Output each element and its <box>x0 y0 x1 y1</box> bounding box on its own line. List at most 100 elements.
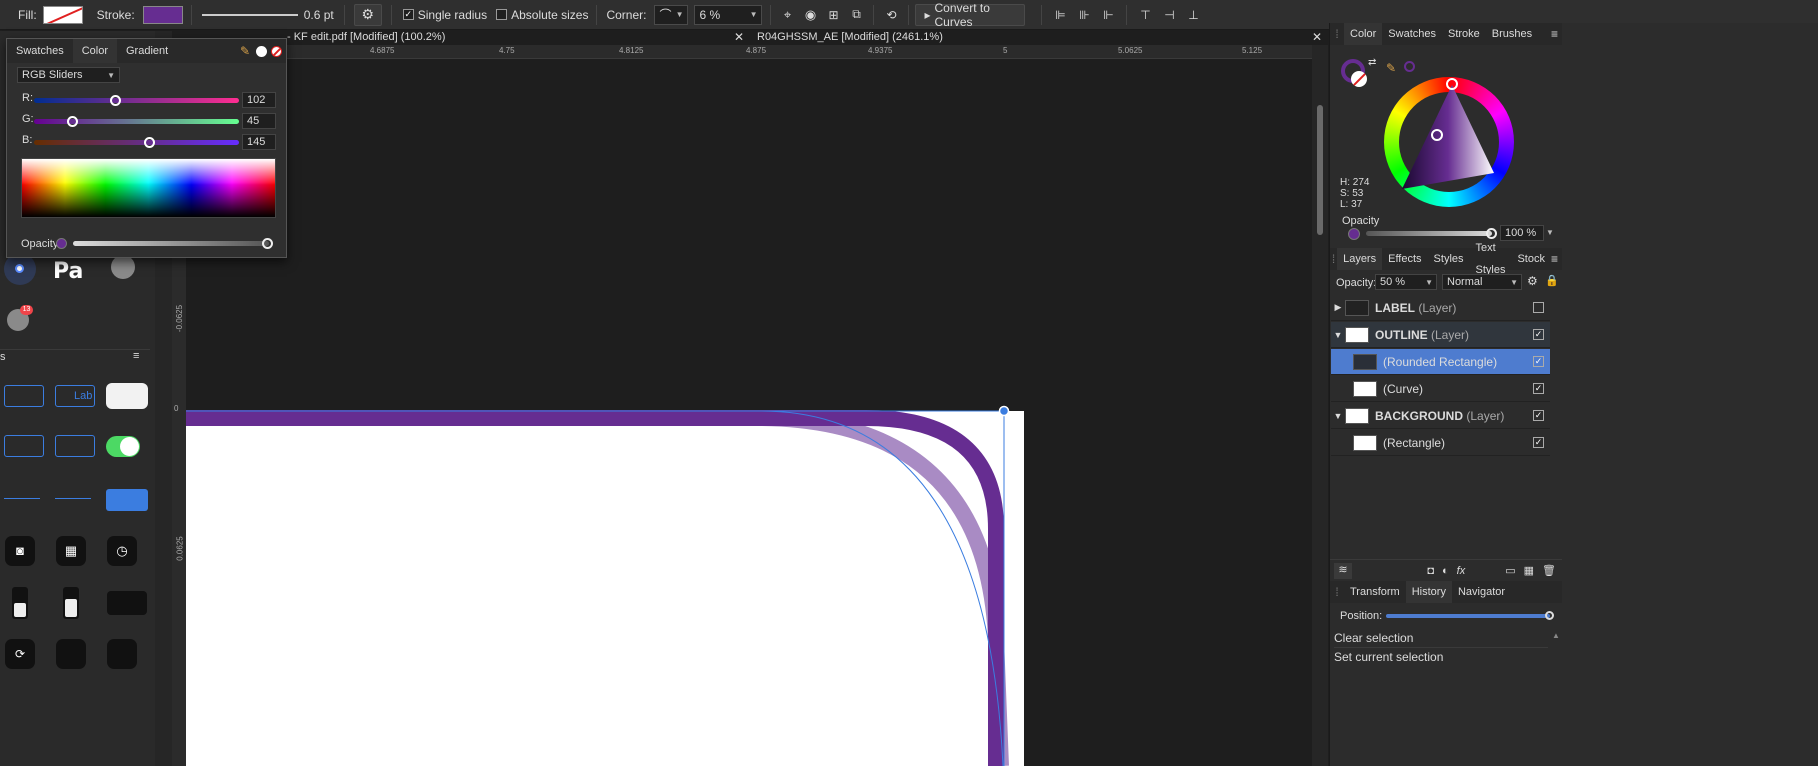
stroke-swatch[interactable] <box>142 5 183 24</box>
screen-mirror-asset[interactable] <box>107 591 147 615</box>
opacity-slider[interactable] <box>1366 231 1492 236</box>
close-tab-icon[interactable]: ✕ <box>1312 30 1322 44</box>
tab-navigator[interactable]: Navigator <box>1452 581 1511 603</box>
device-avatar-asset[interactable] <box>111 255 135 279</box>
corner-amount-field[interactable]: 6 % ▼ <box>694 4 763 25</box>
panel-menu-icon[interactable]: ≡ <box>1551 252 1558 266</box>
history-item[interactable]: Set current selection <box>1334 648 1548 666</box>
none-swatch-icon[interactable] <box>271 45 282 57</box>
single-radius-checkbox[interactable]: ✓ <box>402 9 414 20</box>
tab-color[interactable]: Color <box>1344 23 1383 45</box>
tab-layers[interactable]: Layers <box>1337 248 1383 270</box>
g-value-field[interactable]: 45 <box>242 113 276 129</box>
textfield-asset[interactable] <box>55 435 95 457</box>
collapse-arrow-icon[interactable]: ▼ <box>1331 411 1345 421</box>
blend-mode-dropdown[interactable]: Normal ▼ <box>1442 274 1522 290</box>
layer-visibility-checkbox[interactable]: ✓ <box>1533 410 1544 421</box>
color-triangle[interactable] <box>1384 77 1514 207</box>
layers-stack-icon[interactable]: ≋ <box>1334 562 1352 579</box>
label-field-asset[interactable]: Lab <box>55 385 95 407</box>
b-value-field[interactable]: 145 <box>242 134 276 150</box>
group-icon[interactable]: ▦ <box>1524 564 1534 577</box>
tab-transform[interactable]: Transform <box>1344 581 1406 603</box>
gear-icon[interactable]: ⚙ <box>1527 274 1538 288</box>
absolute-sizes-toggle[interactable]: Absolute sizes <box>496 8 588 22</box>
single-radius-toggle[interactable]: ✓ Single radius <box>402 8 487 22</box>
card-asset[interactable] <box>106 383 148 409</box>
stroke-width-value[interactable]: 0.6 pt <box>304 8 334 22</box>
divider-asset[interactable] <box>55 498 91 499</box>
collapse-arrow-icon[interactable]: ▼ <box>1331 330 1345 340</box>
doc-tab-r04ghssm[interactable]: R04GHSSM_AE [Modified] (2461.1%) <box>757 30 943 44</box>
textfield-asset[interactable] <box>4 385 44 407</box>
scroll-up-icon[interactable]: ▲ <box>1552 631 1560 640</box>
fill-chip[interactable] <box>1351 71 1367 87</box>
tab-stock[interactable]: Stock <box>1511 248 1551 270</box>
layer-visibility-checkbox[interactable]: ✓ <box>1533 437 1544 448</box>
textfield-asset[interactable] <box>4 435 44 457</box>
g-slider-knob[interactable] <box>67 116 78 127</box>
mask-icon[interactable]: ◘ <box>1427 565 1434 577</box>
flip-icon[interactable]: ⧉ <box>847 6 865 24</box>
trash-icon[interactable]: 🗑 <box>1542 564 1556 577</box>
keypad-asset[interactable] <box>107 639 137 669</box>
layer-visibility-checkbox[interactable]: ✓ <box>1533 356 1544 367</box>
expand-arrow-icon[interactable]: ▶ <box>1331 302 1345 313</box>
panel-menu-icon[interactable]: ≡ <box>1551 27 1558 41</box>
layer-row-background[interactable]: ▼ BACKGROUND (Layer) ✓ <box>1331 403 1550 429</box>
toggle-asset[interactable] <box>106 436 140 457</box>
g-slider[interactable] <box>34 119 239 124</box>
stroke-settings-button[interactable]: ⚙ <box>353 3 382 26</box>
divider-asset[interactable] <box>4 498 40 499</box>
music-control-asset[interactable] <box>56 639 86 669</box>
tab-effects[interactable]: Effects <box>1382 248 1427 270</box>
transform-icon[interactable]: ⊞ <box>824 6 842 24</box>
align-bottom-icon[interactable]: ⊥ <box>1183 6 1203 24</box>
layer-row-outline[interactable]: ▼ OUTLINE (Layer) ✓ <box>1331 322 1550 348</box>
chevron-down-icon[interactable]: ▼ <box>1546 228 1554 237</box>
layer-opacity-field[interactable]: 50 % ▼ <box>1375 274 1437 290</box>
absolute-sizes-checkbox[interactable] <box>496 9 508 20</box>
align-right-icon[interactable]: ⊩ <box>1098 6 1118 24</box>
doc-tab-kf-edit[interactable]: - KF edit.pdf [Modified] (100.2%) <box>287 30 445 44</box>
slider-control-asset[interactable] <box>63 587 79 619</box>
opacity-slider[interactable] <box>73 241 269 246</box>
fx-icon[interactable]: fx <box>1457 565 1466 577</box>
add-layer-icon[interactable]: ▭ <box>1505 564 1515 577</box>
layer-visibility-checkbox[interactable]: ✓ <box>1533 329 1544 340</box>
history-position-knob[interactable] <box>1545 611 1554 620</box>
lock-icon[interactable]: 🔒 <box>1545 274 1559 287</box>
color-spectrum[interactable] <box>21 158 276 218</box>
align-center-icon[interactable]: ⊪ <box>1074 6 1094 24</box>
close-tab-icon[interactable]: ✕ <box>734 30 744 44</box>
tab-color[interactable]: Color <box>72 39 117 63</box>
history-item[interactable]: Clear selection <box>1334 629 1548 648</box>
layer-row-curve[interactable]: (Curve) ✓ <box>1331 376 1550 402</box>
align-middle-icon[interactable]: ⊣ <box>1159 6 1179 24</box>
canvas-artwork[interactable] <box>186 59 1312 766</box>
slider-control-asset[interactable] <box>12 587 28 619</box>
eyedropper-icon[interactable]: ✎ <box>240 44 250 58</box>
stroke-width-slider[interactable] <box>201 13 298 16</box>
apple-pay-asset[interactable]: Pa <box>53 259 83 284</box>
eyedropper-icon[interactable]: ✎ <box>1386 61 1396 75</box>
scroll-thumb[interactable] <box>1317 105 1323 235</box>
tab-gradient[interactable]: Gradient <box>117 39 177 63</box>
r-slider[interactable] <box>34 98 239 103</box>
camera-icon[interactable]: ◙ <box>5 536 35 566</box>
layer-row-rounded-rectangle[interactable]: (Rounded Rectangle) ✓ <box>1331 349 1550 375</box>
corner-type-dropdown[interactable]: ⌒ ▼ <box>654 4 689 25</box>
white-swatch-icon[interactable] <box>256 45 267 57</box>
lock-rotation-icon[interactable]: ⟳ <box>5 639 35 669</box>
tab-history[interactable]: History <box>1405 581 1452 603</box>
rotate-icon[interactable]: ⟲ <box>882 6 900 24</box>
layer-row-label[interactable]: ▶ LABEL (Layer) <box>1331 295 1550 321</box>
align-top-icon[interactable]: ⊤ <box>1135 6 1155 24</box>
layer-visibility-checkbox[interactable]: ✓ <box>1533 383 1544 394</box>
calculator-icon[interactable]: ▦ <box>56 536 86 566</box>
timer-icon[interactable]: ◷ <box>107 536 137 566</box>
fill-swatch[interactable] <box>42 5 83 24</box>
view-eye-icon[interactable]: ◉ <box>801 6 819 24</box>
align-left-icon[interactable]: ⊫ <box>1050 6 1070 24</box>
snap-target-icon[interactable]: ⌖ <box>778 6 796 24</box>
